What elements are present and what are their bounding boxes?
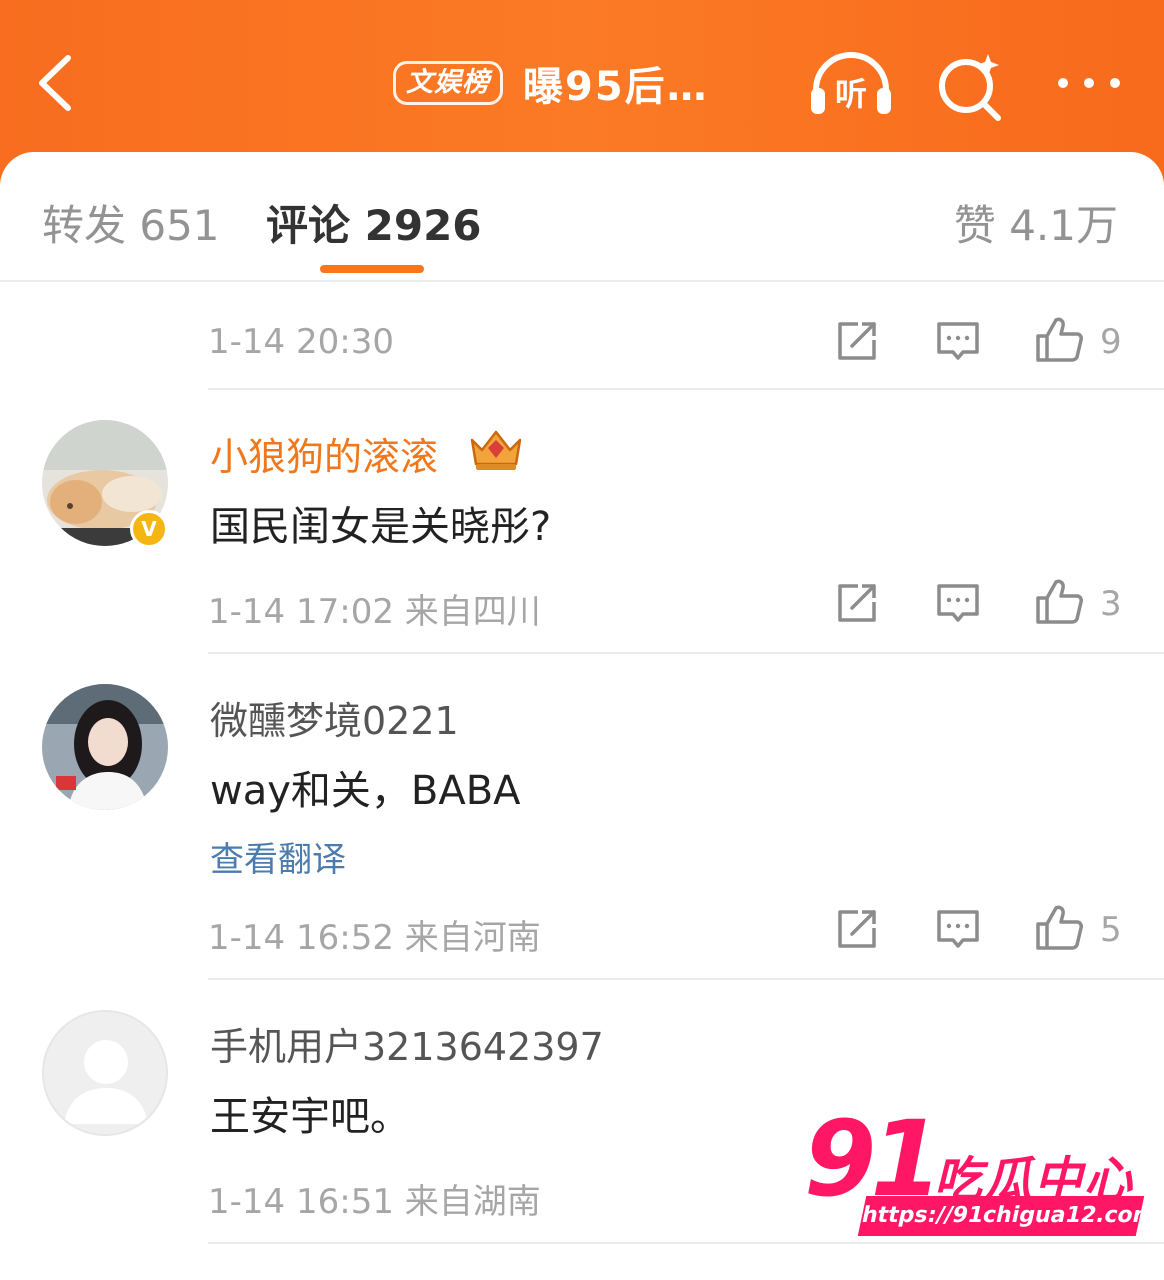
comment-timestamp: 1-14 20:30 bbox=[208, 322, 394, 362]
comment-text: 王安宇吧。 bbox=[210, 1094, 410, 1140]
vip-crown-icon bbox=[470, 430, 522, 470]
comment-icon[interactable] bbox=[935, 906, 981, 952]
divider bbox=[208, 388, 1164, 390]
thumbs-up-icon[interactable] bbox=[1034, 314, 1084, 364]
more-options-icon[interactable] bbox=[1054, 50, 1124, 116]
comment-username[interactable]: 微醺梦境0221 bbox=[210, 690, 459, 745]
comment-timestamp: 1-14 16:51 来自湖南 bbox=[208, 1182, 541, 1222]
divider bbox=[208, 978, 1164, 980]
comment-meta-row: 1-14 16:52 来自河南 5 bbox=[208, 905, 1164, 958]
page-title: 曝95后… bbox=[523, 64, 709, 110]
comment-meta-row: 1-14 20:30 9 bbox=[208, 317, 1164, 368]
divider bbox=[208, 652, 1164, 654]
search-icon[interactable] bbox=[934, 50, 1006, 122]
repost-icon[interactable] bbox=[834, 318, 880, 364]
like-count: 9 bbox=[1100, 322, 1122, 362]
page-title-group[interactable]: 文娱榜 曝95后… bbox=[393, 58, 709, 110]
avatar[interactable] bbox=[42, 684, 168, 810]
like-count: 5 bbox=[1100, 910, 1122, 950]
tab-like[interactable]: 赞 4.1万 bbox=[954, 192, 1118, 253]
comment-icon[interactable] bbox=[935, 580, 981, 626]
verified-badge: V bbox=[130, 510, 168, 548]
watermark-url: https://91chigua12.com bbox=[857, 1196, 1158, 1236]
tab-repost[interactable]: 转发 651 bbox=[42, 192, 220, 253]
repost-icon[interactable] bbox=[834, 580, 880, 626]
repost-icon[interactable] bbox=[834, 906, 880, 952]
comment-username[interactable]: 手机用户3213642397 bbox=[210, 1016, 604, 1071]
translate-link[interactable]: 查看翻译 bbox=[210, 832, 346, 881]
default-avatar[interactable] bbox=[42, 1010, 168, 1136]
back-arrow-icon[interactable] bbox=[34, 50, 84, 116]
comment-icon[interactable] bbox=[935, 318, 981, 364]
category-badge: 文娱榜 bbox=[393, 61, 503, 105]
active-tab-indicator bbox=[320, 265, 424, 273]
tab-comment[interactable]: 评论 2926 bbox=[266, 192, 482, 253]
svg-text:听: 听 bbox=[835, 75, 867, 113]
stats-tabs: 转发 651 评论 2926 赞 4.1万 bbox=[0, 152, 1164, 282]
thumbs-up-icon[interactable] bbox=[1034, 902, 1084, 952]
headphones-listen-icon[interactable]: 听 bbox=[808, 50, 894, 116]
thumbs-up-icon[interactable] bbox=[1034, 576, 1084, 626]
like-count: 3 bbox=[1100, 584, 1122, 624]
comment-text: way和关，BABA bbox=[210, 768, 521, 814]
comment-username[interactable]: 小狼狗的滚滚 bbox=[210, 426, 438, 481]
comment-meta-row: 1-14 17:02 来自四川 3 bbox=[208, 579, 1164, 632]
comment-timestamp: 1-14 17:02 来自四川 bbox=[208, 592, 541, 632]
site-watermark: 91 吃瓜中心 https://91chigua12.com bbox=[800, 1104, 1158, 1244]
comment-text: 国民闺女是关晓彤? bbox=[210, 504, 552, 550]
comment-timestamp: 1-14 16:52 来自河南 bbox=[208, 918, 541, 958]
